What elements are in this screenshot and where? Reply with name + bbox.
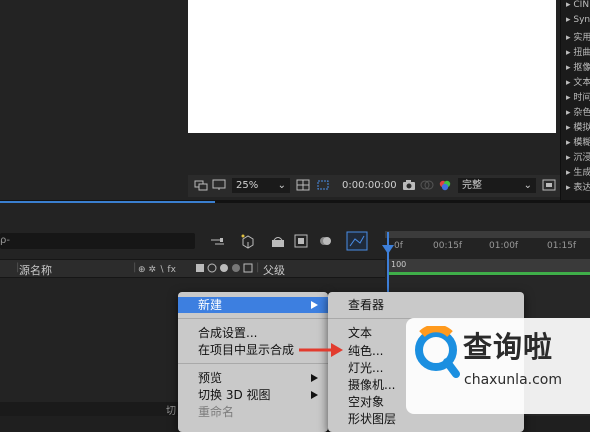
layer-bar-label: 100 [391,260,407,269]
frame-blending-icon[interactable] [294,234,308,248]
menu-item-composition-settings[interactable]: 合成设置... [178,325,328,341]
effect-category[interactable]: ▸ 抠像 [566,60,590,73]
playhead-handle[interactable] [382,245,394,254]
menu-item-label: 在项目中显示合成 [198,343,295,357]
draft-3d-icon[interactable] [240,233,256,249]
watermark-logo-icon [415,326,460,378]
composition-canvas[interactable] [188,0,556,133]
menu-item-label: 空对象 [348,395,385,409]
annotation-arrow-icon [299,343,343,357]
menu-item-label: 新建 [198,298,223,312]
submenu-arrow-icon [311,374,318,382]
submenu-arrow-icon [311,301,318,309]
zoom-value: 25% [236,180,259,191]
effect-category[interactable]: ▸ 模拟 [566,120,590,133]
effect-category[interactable]: ▸ 表达 [566,180,590,193]
menu-item-viewer[interactable]: 查看器 [328,297,524,313]
effect-category[interactable]: ▸ 时间 [566,90,590,103]
watermark-text: 查询啦 [463,330,554,364]
source-name-header[interactable]: 源名称 [19,262,52,278]
svg-text:⊕ ✲ ∖ fx: ⊕ ✲ ∖ fx [138,265,177,274]
effect-category[interactable]: ▸ 扭曲 [566,45,590,58]
search-icon: ρ- [0,235,10,246]
effect-category[interactable]: ▸ 文本 [566,75,590,88]
camera-snapshot-icon[interactable] [402,179,416,191]
effect-category[interactable]: ▸ CIN [566,0,590,10]
toggle-switches-label[interactable]: 切 [166,402,176,417]
fast-preview-icon[interactable] [542,179,556,191]
watermark-url: chaxunla.com [464,372,562,388]
time-ruler[interactable]: 0f 00:15f 01:00f 01:15f [385,238,590,258]
chevron-down-icon: ⌄ [277,180,286,191]
channel-rgb-icon[interactable] [438,179,452,191]
menu-item-preview[interactable]: 预览 [178,370,328,386]
menu-item-switch-3d-view[interactable]: 切换 3D 视图 [178,387,328,403]
menu-item-label: 查看器 [348,298,385,312]
layer-switches-icons[interactable]: ⊕ ✲ ∖ fx [138,263,254,274]
effect-category[interactable]: ▸ 杂色 [566,105,590,118]
motion-blur-icon[interactable] [318,234,334,248]
ruler-tick-label: 01:15f [547,241,577,251]
work-area-bar[interactable] [385,231,590,238]
resolution-icon[interactable] [194,179,208,191]
chevron-down-icon: ⌄ [523,180,532,191]
ruler-tick-label: 01:00f [489,241,519,251]
column-divider: | [256,262,260,273]
menu-item-label: 形状图层 [348,412,397,426]
ruler-tick-label: 00:15f [433,241,463,251]
menu-item-label: 预览 [198,371,223,385]
effect-category[interactable]: ▸ Syn [566,15,590,25]
graph-editor-icon[interactable] [346,231,368,251]
timeline-context-menu: 新建 合成设置... 在项目中显示合成 预览 切换 3D 视图 重命名 [178,292,328,432]
layer-column-header: | 源名称 | ⊕ ✲ ∖ fx | 父级 [0,259,385,278]
shy-layers-icon[interactable] [270,234,286,248]
menu-item-label: 重命名 [198,405,235,419]
quality-value: 完整 [462,180,482,191]
effect-category[interactable]: ▸ 实用 [566,30,590,43]
menu-divider [178,363,328,364]
compositional-flowchart-icon[interactable] [210,236,226,248]
parent-header[interactable]: 父级 [263,262,285,278]
effect-category[interactable]: ▸ 生成 [566,165,590,178]
current-time[interactable]: 0:00:00:00 [338,178,400,193]
render-cache-bar [389,272,590,275]
effects-presets-panel: ▸ CIN ▸ Syn ▸ 实用 ▸ 扭曲 ▸ 抠像 ▸ 文本 ▸ 时间 ▸ 杂… [560,0,590,200]
show-snapshot-icon[interactable] [420,179,434,191]
region-of-interest-icon[interactable] [316,179,330,191]
menu-item-label: 摄像机... [348,378,396,392]
submenu-arrow-icon [311,391,318,399]
menu-item-rename: 重命名 [178,404,328,420]
viewer-toolbar: 25% ⌄ 0:00:00:00 完整 ⌄ [188,175,560,197]
menu-item-new[interactable]: 新建 [178,297,328,313]
effect-category[interactable]: ▸ 沉浸 [566,150,590,163]
menu-item-label: 文本 [348,326,373,340]
grid-guides-icon[interactable] [296,179,310,191]
menu-divider [178,318,328,319]
timecode-value: 0:00:00:00 [342,180,397,191]
menu-item-label: 灯光... [348,361,384,375]
effect-category[interactable]: ▸ 模糊 [566,135,590,148]
column-divider: | [133,262,137,273]
quality-select[interactable]: 完整 ⌄ [458,178,536,193]
menu-item-label: 切换 3D 视图 [198,388,271,402]
menu-item-label: 纯色... [348,344,384,358]
menu-item-label: 合成设置... [198,326,258,340]
monitor-icon[interactable] [212,179,226,191]
layer-search-input[interactable]: ρ- [0,233,195,249]
ruler-tick-label: 0f [394,241,403,251]
zoom-select[interactable]: 25% ⌄ [232,178,290,193]
